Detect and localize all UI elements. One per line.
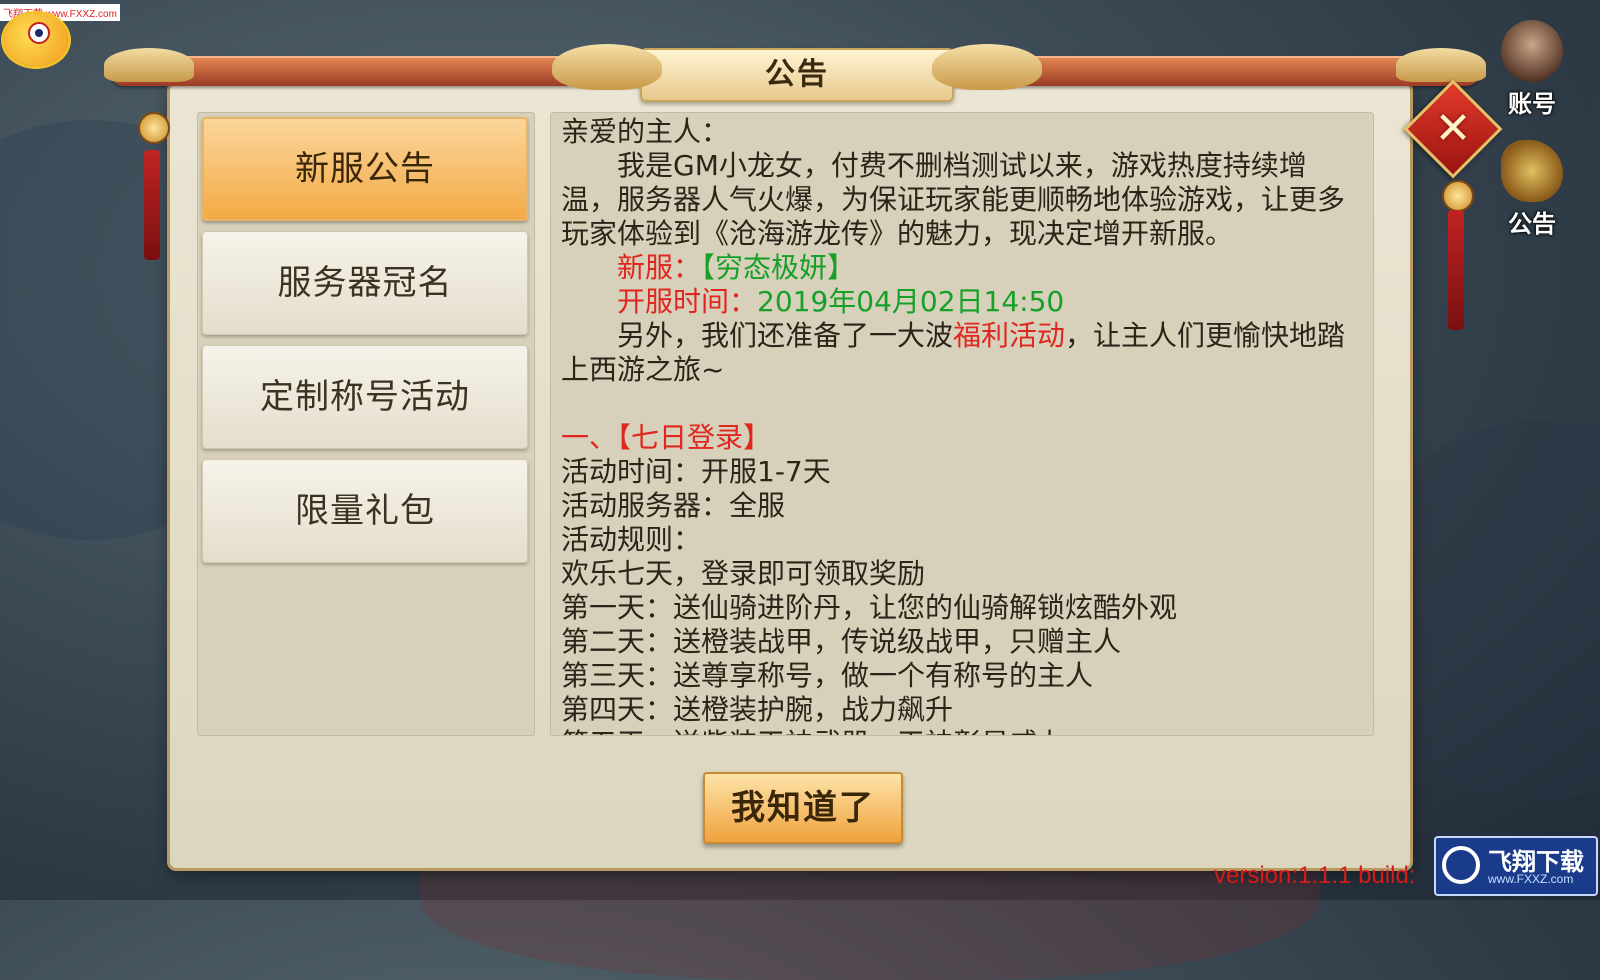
watermark-url: www.FXXZ.com (1488, 872, 1574, 886)
tab-new-server-notice[interactable]: 新服公告 (202, 117, 528, 221)
tassel-left (144, 150, 160, 260)
close-button[interactable] (1403, 79, 1503, 179)
intro-paragraph: 我是GM小龙女，付费不删档测试以来，游戏热度持续增温，服务器人气火爆，为保证玩家… (561, 149, 1346, 250)
tab-limited-gift-pack[interactable]: 限量礼包 (202, 459, 528, 563)
character-portrait-icon (1501, 20, 1563, 82)
new-server-line: 新服：【穷态极妍】 (561, 251, 1357, 285)
tab-server-naming[interactable]: 服务器冠名 (202, 231, 528, 335)
open-time-label: 开服时间： (617, 285, 758, 318)
notice-label: 公告 (1508, 210, 1556, 238)
ornament-knot-icon (138, 112, 170, 144)
watermark-mascot-icon (4, 14, 68, 66)
ok-button[interactable]: 我知道了 (703, 772, 903, 844)
ornament-knot-icon (1442, 180, 1474, 212)
tab-list: 新服公告 服务器冠名 定制称号活动 限量礼包 (197, 112, 535, 736)
version-text: version:1.1.1 build: (1214, 862, 1416, 889)
horn-icon (1501, 140, 1563, 202)
dialog-title: 公告 (765, 57, 829, 92)
account-button[interactable]: 账号 (1492, 20, 1572, 119)
content-line: 欢乐七天，登录即可领取奖励 (561, 557, 926, 590)
extra-text-pre: 另外，我们还准备了一大波 (617, 319, 954, 352)
extra-paragraph: 另外，我们还准备了一大波福利活动，让主人们更愉快地踏上西游之旅~ (561, 319, 1357, 387)
content-line: 第二天：送橙装战甲，传说级战甲，只赠主人 (561, 625, 1122, 658)
content-line: 活动服务器：全服 (561, 489, 786, 522)
section-title: 一、【七日登录】 (561, 421, 772, 454)
watermark-logo-icon (1442, 846, 1480, 884)
content-line: 第三天：送尊享称号，做一个有称号的主人 (561, 659, 1094, 692)
notice-content[interactable]: 亲爱的主人： 我是GM小龙女，付费不删档测试以来，游戏热度持续增温，服务器人气火… (550, 112, 1374, 736)
welfare-activity-highlight: 福利活动 (953, 319, 1066, 352)
tab-custom-title-event[interactable]: 定制称号活动 (202, 345, 528, 449)
content-line: 活动规则： (561, 523, 702, 556)
watermark-badge: 飞翔下载 www.FXXZ.com (1434, 836, 1598, 896)
notice-button[interactable]: 公告 (1492, 140, 1572, 239)
content-line: 第五天：送紫装天神武器，天神彰显威力 (561, 727, 1357, 735)
new-server-name: 【穷态极妍】 (701, 251, 856, 284)
dialog-title-plaque: 公告 (552, 44, 1042, 102)
tassel-right (1448, 210, 1464, 330)
content-line: 第一天：送仙骑进阶丹，让您的仙骑解锁炫酷外观 (561, 591, 1178, 624)
open-time-value: 2019年04月02日14:50 (757, 285, 1065, 318)
account-label: 账号 (1508, 90, 1556, 118)
content-line: 第四天：送橙装护腕，战力飙升 (561, 693, 954, 726)
greeting: 亲爱的主人： (561, 115, 730, 148)
new-server-label: 新服： (617, 251, 702, 284)
content-line: 活动时间：开服1-7天 (561, 455, 831, 488)
open-time-line: 开服时间：2019年04月02日14:50 (561, 285, 1357, 319)
